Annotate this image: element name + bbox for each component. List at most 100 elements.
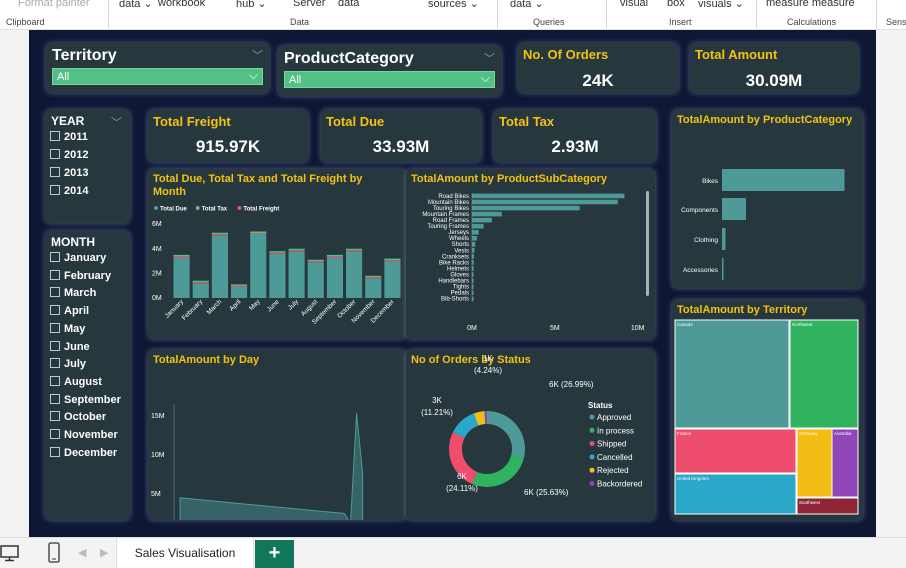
ribbon-separator	[497, 0, 498, 28]
checkbox-label: June	[64, 340, 90, 353]
y-tick-label: 6M	[152, 221, 162, 228]
territory-dropdown[interactable]: All ⌵	[52, 68, 263, 85]
desktop-view-icon[interactable]	[0, 544, 20, 562]
area-series	[179, 413, 364, 520]
kpi-tax-card[interactable]: Total Tax 2.93M	[494, 110, 656, 162]
x-tick-label: June	[266, 298, 281, 313]
ribbon-visual[interactable]: visual	[620, 0, 648, 9]
ribbon-data2[interactable]: data	[338, 0, 359, 9]
year-option-2011[interactable]: 2011	[50, 131, 88, 143]
territory-slicer-title: Territory	[52, 47, 117, 64]
legend-label: Approved	[597, 413, 631, 422]
add-page-button[interactable]: +	[255, 540, 294, 568]
bar-category	[722, 198, 746, 220]
month-option-may[interactable]: May	[50, 322, 85, 335]
year-option-2014[interactable]: 2014	[50, 185, 88, 197]
kpi-due-card[interactable]: Total Due 33.93M	[321, 110, 481, 162]
ribbon-sources[interactable]: sources ⌄	[428, 0, 479, 10]
treemap-tile-label: Germany	[799, 431, 818, 436]
bar-subcategory	[472, 223, 484, 229]
productcategory-chart[interactable]: TotalAmount by ProductCategory Bikes Comp…	[672, 110, 863, 288]
ribbon-server[interactable]: Server	[293, 0, 325, 9]
ribbon-data-menu[interactable]: data ⌄	[119, 0, 153, 10]
due-tax-freight-chart[interactable]: Total Due, Total Tax and Total Freight b…	[148, 169, 406, 339]
checkbox-icon	[50, 252, 60, 262]
month-option-april[interactable]: April	[50, 305, 89, 317]
status-donut-chart[interactable]: No of Orders by Status 6K (26.99%) 6K (25…	[406, 350, 655, 520]
ribbon-workbook[interactable]: workbook	[158, 0, 205, 9]
year-slicer[interactable]: YEAR ﹀ 2011 2012 2013 2014	[45, 110, 130, 223]
subcategory-chart[interactable]: TotalAmount by ProductSubCategory Road B…	[406, 169, 655, 339]
productcategory-slicer[interactable]: ProductCategory ﹀ All ⌵	[278, 46, 501, 96]
y-tick-label: Bikes	[702, 178, 719, 185]
bar-total-due	[250, 234, 267, 298]
chevron-right-icon[interactable]: ▶	[100, 546, 108, 559]
bar-category	[722, 258, 724, 280]
territory-slicer[interactable]: Territory ﹀ All ⌵	[46, 43, 269, 93]
tab-sales-visualisation[interactable]: Sales Visualisation	[116, 538, 254, 568]
legend-label: Total Freight	[243, 207, 279, 213]
kpi-orders-card[interactable]: No. Of Orders 24K	[518, 43, 678, 93]
month-option-september[interactable]: September	[50, 393, 121, 406]
ribbon-separator	[606, 0, 607, 28]
kpi-total-amount-card[interactable]: Total Amount 30.09M	[690, 43, 858, 93]
legend-dot	[589, 427, 595, 433]
bar-total-due	[384, 261, 401, 298]
ribbon-hub[interactable]: hub ⌄	[236, 0, 267, 10]
bar-category	[722, 169, 845, 191]
chevron-left-icon[interactable]: ◀	[78, 546, 86, 559]
month-option-november[interactable]: November	[50, 429, 118, 441]
ribbon-separator	[876, 0, 877, 28]
ribbon-format-painter[interactable]: Format painter	[18, 0, 90, 9]
ribbon-box[interactable]: box	[667, 0, 685, 9]
bar-total-freight	[250, 233, 267, 234]
bar-total-due	[365, 278, 382, 298]
ribbon-visuals[interactable]: visuals ⌄	[698, 0, 744, 10]
month-option-march[interactable]: March	[50, 287, 96, 299]
checkbox-icon	[50, 305, 60, 316]
legend-dot	[195, 206, 200, 210]
bar-total-due	[173, 257, 190, 298]
chevron-down-icon[interactable]: ﹀	[111, 114, 122, 130]
checkbox-label: December	[64, 446, 118, 459]
productcategory-dropdown[interactable]: All ⌵	[284, 71, 495, 88]
mobile-view-icon[interactable]	[47, 542, 61, 564]
bar-total-freight	[231, 285, 248, 287]
bar-total-due	[269, 253, 286, 298]
month-option-october[interactable]: October	[50, 411, 106, 423]
x-tick-label: 0M	[467, 325, 477, 332]
chevron-down-icon[interactable]: ﹀	[252, 47, 263, 63]
x-tick-label: April	[228, 298, 243, 313]
legend-label: Total Tax	[202, 207, 228, 213]
bar-total-due	[211, 235, 228, 298]
checkbox-label: 2011	[64, 131, 88, 143]
month-option-december[interactable]: December	[50, 446, 118, 459]
month-option-june[interactable]: June	[50, 340, 90, 353]
ribbon-data3[interactable]: data ⌄	[510, 0, 544, 10]
month-option-february[interactable]: February	[50, 269, 111, 282]
bar-total-freight	[307, 261, 324, 263]
month-slicer-title: MONTH	[51, 235, 95, 249]
checkbox-icon	[50, 358, 60, 369]
month-option-january[interactable]: January	[50, 252, 106, 264]
y-tick-label: 10M	[151, 452, 165, 459]
ribbon-measure[interactable]: measure measure	[766, 0, 855, 9]
checkbox-label: August	[64, 375, 102, 388]
month-option-august[interactable]: August	[50, 375, 102, 388]
chevron-down-icon[interactable]: ﹀	[484, 50, 495, 66]
legend-dot	[154, 206, 158, 210]
checkbox-label: October	[64, 411, 107, 424]
month-option-july[interactable]: July	[50, 358, 86, 370]
month-slicer[interactable]: MONTH January February March April May June Ju…	[45, 231, 130, 520]
x-tick-label: July	[287, 298, 301, 312]
bar-subcategory	[472, 235, 477, 241]
checkbox-icon	[50, 322, 60, 333]
kpi-freight-card[interactable]: Total Freight 915.97K	[148, 110, 308, 162]
treemap-tile-label: Southwest	[799, 500, 821, 505]
chevron-down-icon: ⌵	[480, 71, 490, 85]
bar-subcategory	[472, 217, 492, 223]
day-area-chart[interactable]: TotalAmount by Day 0M5M10M15M05101520253…	[148, 350, 406, 520]
year-option-2013[interactable]: 2013	[50, 167, 88, 179]
year-option-2012[interactable]: 2012	[50, 149, 88, 161]
territory-treemap[interactable]: TotalAmount by Territory Canada Northwest…	[672, 300, 863, 520]
